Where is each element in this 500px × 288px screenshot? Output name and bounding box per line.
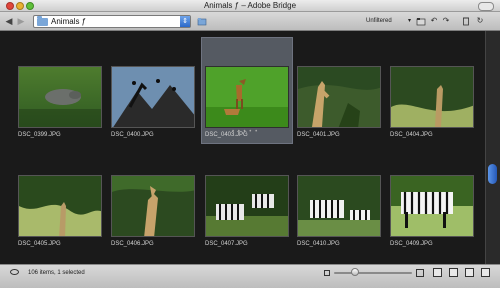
thumbnail-size-slider-knob[interactable] bbox=[351, 268, 359, 276]
recent-folder-icon[interactable] bbox=[197, 16, 207, 26]
thumbnail-size-small-icon[interactable] bbox=[324, 270, 330, 276]
folder-icon bbox=[37, 16, 48, 26]
eye-icon[interactable] bbox=[10, 269, 19, 275]
view-grid-icon[interactable] bbox=[433, 268, 442, 277]
thumbnail-image[interactable] bbox=[18, 175, 102, 237]
folder-path-label: Animals ƒ bbox=[51, 17, 87, 26]
thumbnail-image[interactable] bbox=[390, 175, 474, 237]
thumbnail-filename: DSC_0401.JPG bbox=[297, 132, 340, 138]
thumbnail-filename: DSC_0400.JPG bbox=[111, 132, 154, 138]
thumbnail-filename: DSC_0404.JPG bbox=[390, 132, 433, 138]
adobe-bridge-window: Animals ƒ – Adobe Bridge ◀ ▶ Animals ƒ ⇕… bbox=[0, 0, 500, 288]
thumbnail-image[interactable] bbox=[205, 175, 289, 237]
rotate-left-icon[interactable]: ↶ bbox=[429, 16, 439, 26]
new-folder-icon[interactable] bbox=[416, 16, 426, 26]
thumbnail-image[interactable] bbox=[297, 66, 381, 128]
thumbnail-filename: DSC_0406.JPG bbox=[111, 241, 154, 247]
view-filmstrip-icon[interactable] bbox=[481, 268, 490, 277]
thumbnail-filename: DSC_0405.JPG bbox=[18, 241, 61, 247]
toolbar: ◀ ▶ Animals ƒ ⇕ Unfiltered ▾ ↶ ↷ ↻ bbox=[0, 12, 500, 31]
rotate-right-icon[interactable]: ↷ bbox=[441, 16, 451, 26]
trash-icon[interactable] bbox=[461, 16, 471, 26]
thumbnail-filename: DSC_0399.JPG bbox=[18, 132, 61, 138]
filter-caret-icon[interactable]: ▾ bbox=[408, 18, 411, 25]
thumbnail-size-large-icon[interactable] bbox=[416, 269, 424, 277]
status-bar: 106 items, 1 selected bbox=[0, 264, 500, 288]
thumbnail-image[interactable] bbox=[297, 175, 381, 237]
title-bar: Animals ƒ – Adobe Bridge bbox=[0, 0, 500, 12]
path-dropdown-button[interactable]: ⇕ bbox=[180, 16, 190, 27]
item-count-status: 106 items, 1 selected bbox=[28, 270, 85, 276]
view-list-icon[interactable] bbox=[465, 268, 474, 277]
thumbnail-image[interactable] bbox=[111, 175, 195, 237]
thumbnail-size-slider[interactable] bbox=[334, 272, 412, 274]
thumbnail-filename: DSC_0403.JPG bbox=[205, 132, 248, 138]
view-details-icon[interactable] bbox=[449, 268, 458, 277]
window-title: Animals ƒ – Adobe Bridge bbox=[203, 1, 297, 10]
thumbnail-filename: DSC_0410.JPG bbox=[297, 241, 340, 247]
thumbnail-image[interactable] bbox=[205, 66, 289, 128]
thumbnail-filename: DSC_0409.JPG bbox=[390, 241, 433, 247]
thumbnail-image[interactable] bbox=[18, 66, 102, 128]
thumbnail-image[interactable] bbox=[390, 66, 474, 128]
content-scrollbar[interactable] bbox=[485, 31, 500, 264]
folder-path-field[interactable]: Animals ƒ ⇕ bbox=[33, 15, 191, 28]
filter-dropdown[interactable]: Unfiltered bbox=[366, 18, 392, 25]
back-arrow-icon[interactable]: ◀ bbox=[4, 16, 14, 26]
scrollbar-thumb[interactable] bbox=[488, 164, 497, 184]
thumbnail-image[interactable] bbox=[111, 66, 195, 128]
forward-arrow-icon[interactable]: ▶ bbox=[16, 16, 26, 26]
thumbnail-filename: DSC_0407.JPG bbox=[205, 241, 248, 247]
toolbar-toggle-button[interactable] bbox=[478, 2, 494, 11]
refresh-icon[interactable]: ↻ bbox=[475, 16, 485, 26]
